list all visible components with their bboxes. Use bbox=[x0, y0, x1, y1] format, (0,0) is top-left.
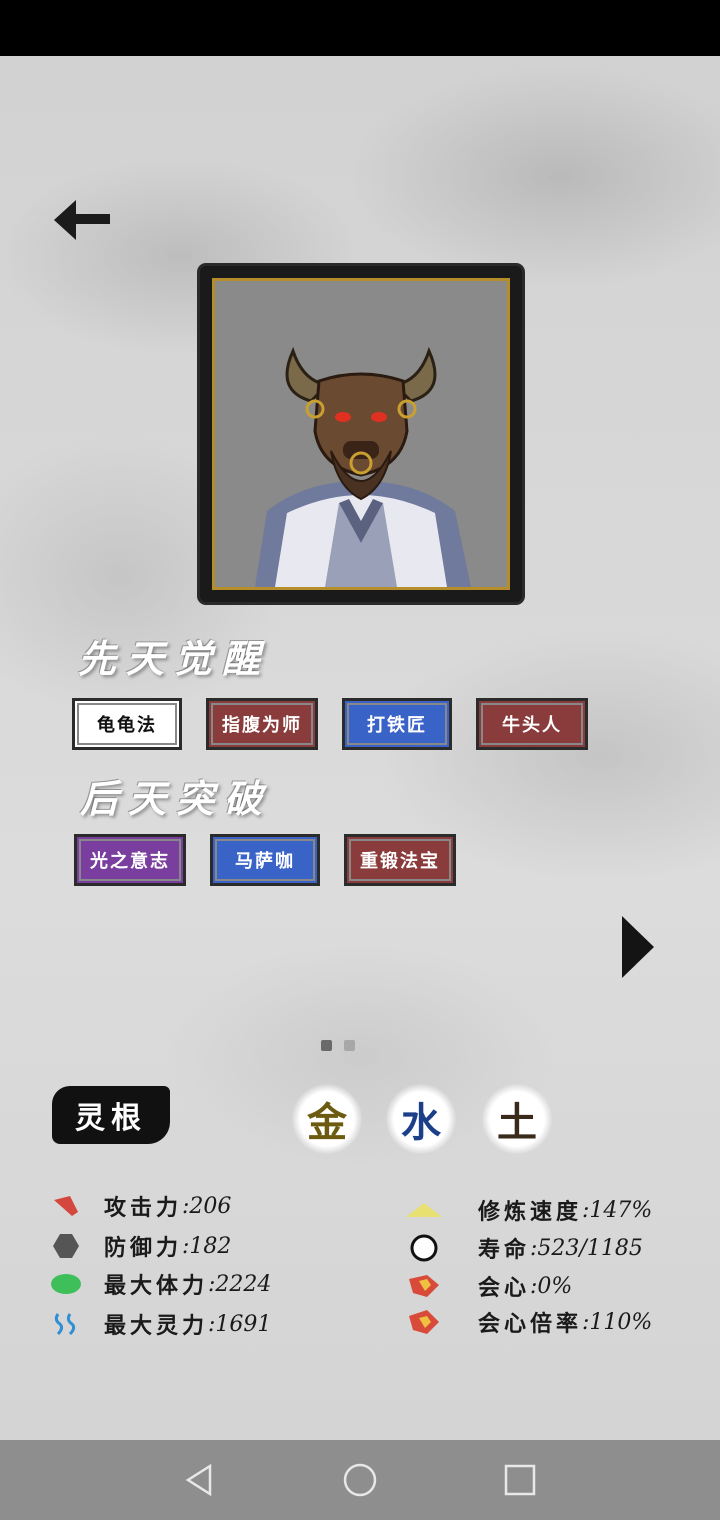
nav-recents-icon bbox=[504, 1464, 536, 1496]
stat-mana-label: 最大灵力 bbox=[104, 1313, 209, 1339]
stat-cultivation-speed-label: 修炼速度 bbox=[478, 1199, 583, 1225]
innate-chip-3[interactable]: 打铁匠 bbox=[342, 698, 452, 750]
stat-cultivation-speed: 修炼速度 :147% bbox=[404, 1194, 652, 1226]
nav-home-button[interactable] bbox=[340, 1460, 380, 1500]
next-page-button[interactable] bbox=[618, 914, 658, 980]
stat-hp-label: 最大体力 bbox=[104, 1273, 209, 1299]
stat-mana: 最大灵力 :1691 bbox=[50, 1308, 271, 1340]
system-nav-bar bbox=[0, 1440, 720, 1520]
stat-lifespan: 寿命 :523/1185 bbox=[404, 1232, 643, 1264]
stat-hp: 最大体力 :2224 bbox=[50, 1268, 271, 1300]
acquired-title: 后天突破 bbox=[80, 776, 273, 821]
stat-crit-value: :0% bbox=[530, 1273, 573, 1299]
stat-defense-label: 防御力 bbox=[104, 1235, 183, 1261]
mana-icon bbox=[50, 1308, 82, 1340]
crit-icon bbox=[404, 1270, 444, 1302]
stat-defense-value: :182 bbox=[182, 1233, 232, 1259]
stat-crit-label: 会心 bbox=[478, 1275, 531, 1301]
acquired-chip-3[interactable]: 重锻法宝 bbox=[344, 834, 456, 886]
stat-hp-value: :2224 bbox=[208, 1271, 272, 1297]
stat-defense: 防御力 :182 bbox=[50, 1230, 231, 1262]
defense-icon bbox=[50, 1230, 82, 1262]
stat-crit-multiplier-label: 会心倍率 bbox=[478, 1311, 583, 1337]
innate-chip-1[interactable]: 龟龟法 bbox=[72, 698, 182, 750]
lifespan-icon bbox=[404, 1232, 444, 1264]
stat-crit: 会心 :0% bbox=[404, 1270, 572, 1302]
lingen-badge: 灵根 bbox=[52, 1086, 170, 1144]
stat-cultivation-speed-value: :147% bbox=[582, 1197, 653, 1223]
stat-crit-multiplier: 会心倍率 :110% bbox=[404, 1306, 652, 1338]
element-metal-char: 金 bbox=[307, 1099, 347, 1146]
portrait-frame bbox=[200, 266, 522, 602]
element-water-char: 水 bbox=[401, 1099, 441, 1146]
page-dot-2[interactable] bbox=[344, 1040, 355, 1051]
innate-chip-4[interactable]: 牛头人 bbox=[476, 698, 588, 750]
status-bar bbox=[0, 0, 720, 56]
nav-home-icon bbox=[343, 1463, 377, 1497]
element-metal: 金 bbox=[292, 1084, 362, 1154]
crit-multiplier-icon bbox=[404, 1306, 444, 1338]
page-dot-1[interactable] bbox=[321, 1040, 332, 1051]
nav-recents-button[interactable] bbox=[500, 1460, 540, 1500]
element-earth-char: 土 bbox=[497, 1099, 537, 1146]
element-earth: 土 bbox=[482, 1084, 552, 1154]
stat-attack-label: 攻击力 bbox=[104, 1195, 183, 1221]
innate-title: 先天觉醒 bbox=[78, 636, 271, 681]
nav-back-button[interactable] bbox=[180, 1460, 220, 1500]
portrait-image bbox=[212, 278, 510, 590]
acquired-chip-1[interactable]: 光之意志 bbox=[74, 834, 186, 886]
hp-icon bbox=[50, 1268, 82, 1300]
element-water: 水 bbox=[386, 1084, 456, 1154]
arrow-left-icon bbox=[54, 200, 110, 240]
attack-icon bbox=[50, 1190, 82, 1222]
cultivation-speed-icon bbox=[404, 1194, 444, 1226]
back-button[interactable] bbox=[52, 196, 114, 244]
stat-attack: 攻击力 :206 bbox=[50, 1190, 231, 1222]
nav-back-icon bbox=[185, 1463, 212, 1497]
stat-lifespan-label: 寿命 bbox=[478, 1237, 531, 1263]
innate-chip-2[interactable]: 指腹为师 bbox=[206, 698, 318, 750]
ox-head-character-icon bbox=[255, 346, 471, 587]
stat-crit-multiplier-value: :110% bbox=[582, 1309, 653, 1335]
triangle-right-icon bbox=[622, 916, 654, 978]
stat-lifespan-value: :523/1185 bbox=[530, 1235, 643, 1261]
stat-attack-value: :206 bbox=[182, 1193, 232, 1219]
acquired-chip-2[interactable]: 马萨咖 bbox=[210, 834, 320, 886]
stat-mana-value: :1691 bbox=[208, 1311, 272, 1337]
